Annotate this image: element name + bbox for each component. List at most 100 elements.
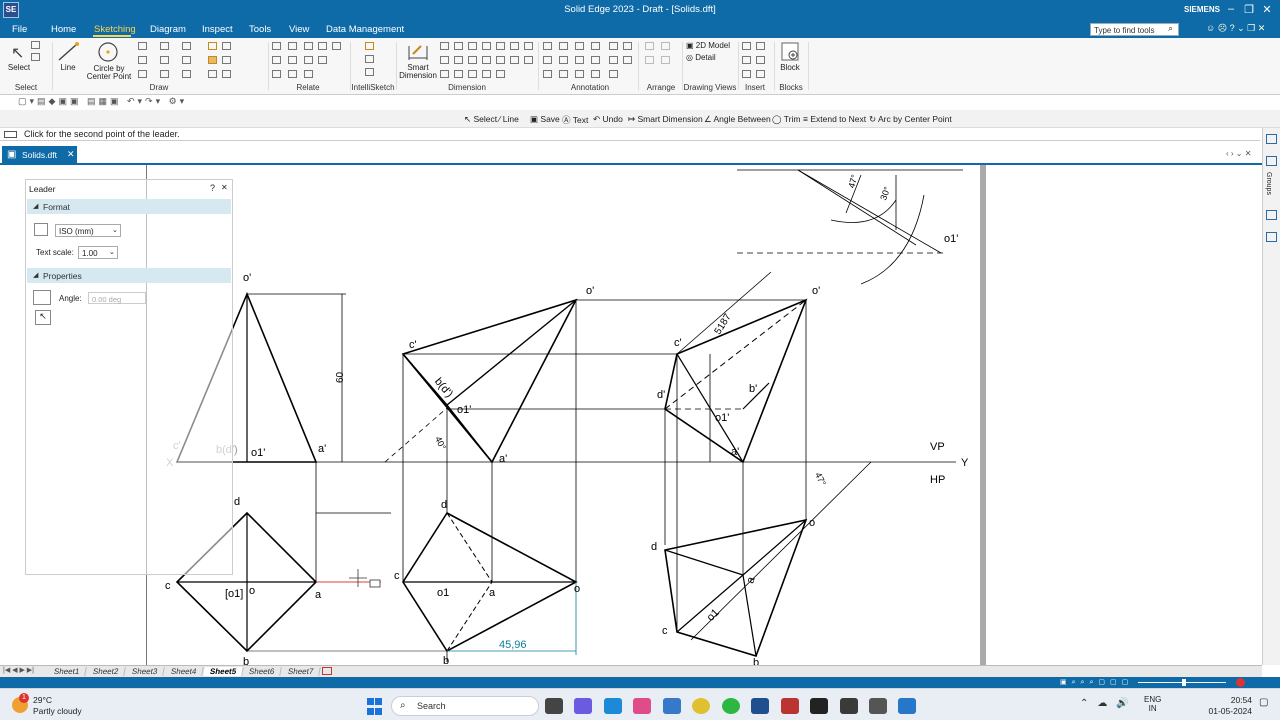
sheet-tab-5[interactable]: Sheet5 (203, 667, 245, 676)
select-button-label[interactable]: Select (4, 64, 34, 72)
restore-icon[interactable]: ❐ (1242, 3, 1256, 16)
file-explorer-icon[interactable] (663, 698, 681, 714)
menu-sketching[interactable]: Sketching (94, 24, 136, 35)
sheet-tab-6[interactable]: Sheet6 (242, 667, 283, 676)
arrange-tools[interactable] (645, 42, 675, 72)
menu-tray-icons[interactable]: ☺ ☹ ? ⌄ ❐ ✕ (1206, 23, 1276, 34)
edge-icon[interactable] (604, 698, 622, 714)
app-icon-printer[interactable] (869, 698, 887, 714)
teams-icon[interactable] (574, 698, 592, 714)
find-search-icon[interactable]: ⌕ (1168, 23, 1173, 34)
svg-text:d': d' (657, 389, 665, 401)
intellisketch-tools[interactable] (365, 42, 379, 80)
quick-access-icons[interactable]: ▢▾▤◆▣▣ ▤▦▣ ↶▾↷▾ ⚙▾ (18, 96, 187, 107)
app-icon-dark[interactable] (810, 698, 828, 714)
line-button-label[interactable]: Line (55, 64, 81, 72)
insert-tools[interactable] (742, 42, 770, 80)
record-icon[interactable] (1236, 678, 1245, 687)
windows-start-icon[interactable] (367, 697, 383, 715)
menu-inspect[interactable]: Inspect (202, 24, 233, 35)
cmd-text[interactable]: Ⓐ Text (562, 114, 588, 126)
doc-tab-solids[interactable]: ▣ Solids.dft ✕ (2, 146, 77, 164)
close-window-icon[interactable]: ✕ (1260, 3, 1274, 16)
doc-tab-close-icon[interactable]: ✕ (67, 149, 75, 160)
view-controls-icons[interactable]: ▣⌕⌕⌕▢▢▢ (1060, 678, 1133, 687)
app-icon-wb[interactable] (840, 698, 858, 714)
find-tools-input[interactable]: Type to find tools (1090, 23, 1179, 36)
sheet-nav-icons[interactable]: |◀ ◀ ▶ ▶| (3, 666, 34, 674)
smart-dimension-label[interactable]: Smart Dimension (398, 64, 438, 80)
dim-5187-text: 5187 (713, 312, 734, 337)
cmd-angle-between[interactable]: ∠ Angle Between (704, 114, 771, 125)
sheet-tab-3[interactable]: Sheet3 (125, 667, 166, 676)
rail-icon-3[interactable] (1266, 210, 1277, 220)
lang-indicator[interactable]: ENG IN (1144, 695, 1161, 713)
menu-file[interactable]: File (12, 24, 27, 35)
standard-select[interactable]: ISO (mm) ⌄ (55, 224, 121, 237)
tab-nav-icons[interactable]: ‹ › ⌄ ✕ (1226, 149, 1251, 158)
text-scale-select[interactable]: 1.00 ⌄ (78, 246, 118, 259)
svg-text:a': a' (318, 443, 326, 455)
select-arrow-icon[interactable]: ↖ (11, 43, 24, 63)
smart-dimension-icon[interactable] (407, 42, 429, 62)
format-header[interactable]: ◢ Format (27, 199, 231, 214)
minimize-icon[interactable]: – (1224, 3, 1238, 15)
sheet-tab-2[interactable]: Sheet2 (86, 667, 127, 676)
drawing-sheet[interactable]: VP HP X Y 60 45,96 5187 40° 47° 47° 30° … (146, 165, 986, 669)
angle-input[interactable]: 0.00 deg (88, 292, 146, 304)
line-tool-icon[interactable] (57, 42, 79, 62)
solid-edge-icon[interactable] (751, 698, 769, 714)
rail-icon-1[interactable] (1266, 134, 1277, 144)
taskbar-search[interactable]: ⌕ Search (391, 696, 539, 716)
rail-icon-4[interactable] (1266, 232, 1277, 242)
properties-icon[interactable] (33, 290, 51, 305)
cmd-extend-to-next[interactable]: ≡ Extend to Next (803, 114, 866, 124)
cmd-smart-dimension[interactable]: ↦ Smart Dimension (628, 114, 703, 125)
media-icon[interactable] (633, 698, 651, 714)
cmd-trim[interactable]: ◯ Trim (772, 114, 800, 125)
app-icon-folder[interactable] (898, 698, 916, 714)
block-button-label[interactable]: Block (776, 64, 804, 72)
chrome-icon[interactable] (692, 698, 710, 714)
circle-button-label[interactable]: Circle by Center Point (82, 65, 136, 81)
svg-text:b: b (443, 655, 449, 665)
draw-small-tools[interactable] (138, 42, 234, 80)
notification-icon[interactable]: ▢ (1259, 697, 1268, 708)
leader-help-icon[interactable]: ? (210, 183, 215, 193)
menu-diagram[interactable]: Diagram (150, 24, 186, 35)
menu-tools[interactable]: Tools (249, 24, 271, 35)
tray-icons[interactable]: ⌃☁🔊 (1080, 698, 1138, 709)
model-2d-button[interactable]: ▣ 2D Model (686, 41, 730, 50)
style-grid-icon[interactable] (34, 223, 48, 236)
leader-arrow-icon[interactable]: ↖ (35, 310, 51, 325)
block-icon[interactable] (781, 42, 799, 62)
circle-tool-icon[interactable] (97, 41, 119, 63)
zoom-slider-thumb[interactable] (1182, 679, 1186, 686)
cmd-save[interactable]: ▣ Save (530, 114, 560, 125)
cmd-select[interactable]: ↖ Select (464, 114, 497, 125)
properties-header[interactable]: ◢ Properties (27, 268, 231, 283)
add-sheet-icon[interactable] (322, 667, 332, 675)
standard-value: ISO (mm) (59, 227, 94, 236)
menu-data-management[interactable]: Data Management (326, 24, 404, 35)
leader-close-icon[interactable]: ✕ (221, 183, 228, 192)
menu-view[interactable]: View (289, 24, 309, 35)
detail-button[interactable]: ◎ Detail (686, 53, 716, 62)
svg-text:b: b (753, 657, 759, 665)
whatsapp-icon[interactable] (722, 698, 740, 714)
sheet-tab-7[interactable]: Sheet7 (281, 667, 322, 676)
sheet-tab-1[interactable]: Sheet1 (47, 667, 88, 676)
cmd-arc-by-center[interactable]: ↻ Arc by Center Point (869, 114, 952, 125)
select-tools-icons[interactable] (31, 41, 44, 65)
dimension-tools[interactable] (440, 42, 536, 80)
annotation-tools[interactable] (543, 42, 635, 80)
rail-icon-2[interactable] (1266, 156, 1277, 166)
cmd-line[interactable]: ⁄ Line (499, 114, 519, 124)
relate-tools[interactable] (272, 42, 344, 80)
sheet-tab-4[interactable]: Sheet4 (164, 667, 205, 676)
groups-side-tab[interactable]: Groups (1265, 172, 1272, 195)
cmd-undo[interactable]: ↶ Undo (593, 114, 623, 125)
task-view-icon[interactable] (545, 698, 563, 714)
app-icon-2023[interactable] (781, 698, 799, 714)
menu-home[interactable]: Home (51, 24, 76, 35)
